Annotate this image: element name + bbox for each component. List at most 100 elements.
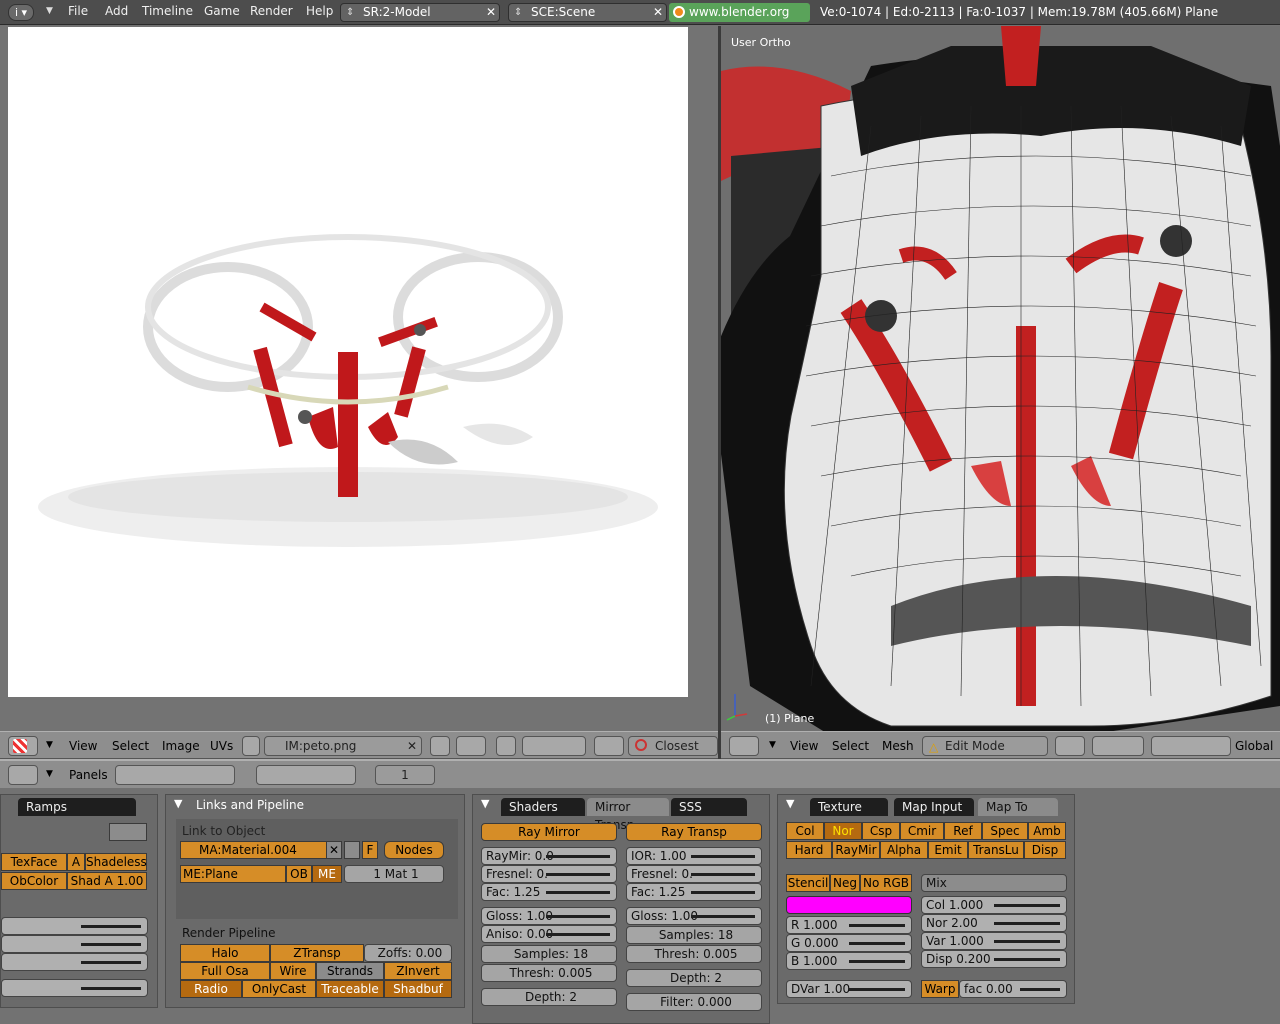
shadeless-button[interactable]: Shadeless xyxy=(85,853,147,871)
transp-fac-slider[interactable]: Fac: 1.25 xyxy=(626,883,762,901)
nodes-button[interactable]: Nodes xyxy=(384,841,444,859)
uv-image-canvas[interactable] xyxy=(8,27,688,697)
tab-mirror-transp[interactable]: Mirror Transp xyxy=(587,798,669,832)
traceable-button[interactable]: Traceable xyxy=(316,980,384,998)
texface-button[interactable]: TexFace xyxy=(1,853,67,871)
ray-mirror-button[interactable]: Ray Mirror xyxy=(481,823,617,841)
neg-button[interactable]: Neg xyxy=(830,874,860,892)
editor-type-icon[interactable] xyxy=(729,736,759,756)
editor-type-icon[interactable] xyxy=(8,765,38,785)
collapse-menu-icon[interactable]: ▼ xyxy=(46,769,53,779)
strands-selector[interactable]: Strands xyxy=(316,962,384,980)
map-amb-button[interactable]: Amb xyxy=(1028,822,1066,840)
map-spec-button[interactable]: Spec xyxy=(982,822,1028,840)
stencil-button[interactable]: Stencil xyxy=(786,874,830,892)
menu-add[interactable]: Add xyxy=(105,4,128,18)
screen-selector[interactable]: ⇕ SR:2-Model ✕ xyxy=(340,3,500,22)
thresh-field[interactable]: Thresh: 0.005 xyxy=(481,964,617,982)
menu-select[interactable]: Select xyxy=(112,739,149,753)
material-selector[interactable]: MA:Material.004 xyxy=(180,841,330,859)
3d-viewport[interactable]: User Ortho (1) Plane xyxy=(721,26,1280,731)
snap-selector[interactable]: Closest xyxy=(628,736,718,756)
collapse-menu-icon[interactable]: ▼ xyxy=(46,6,53,16)
menu-timeline[interactable]: Timeline xyxy=(142,4,193,18)
tab-shaders[interactable]: Shaders xyxy=(501,798,585,816)
copy-paste-icons[interactable] xyxy=(109,823,147,841)
raymir-slider[interactable]: RayMir: 0.0 xyxy=(481,847,617,865)
menu-mesh[interactable]: Mesh xyxy=(882,739,914,753)
depth-field[interactable]: Depth: 2 xyxy=(481,988,617,1006)
map-csp-button[interactable]: Csp xyxy=(862,822,900,840)
filter-field[interactable]: Filter: 0.000 xyxy=(626,993,762,1011)
close-icon[interactable]: ✕ xyxy=(407,737,417,755)
fake-user-button[interactable]: F xyxy=(362,841,378,859)
transp-thresh-field[interactable]: Thresh: 0.005 xyxy=(626,945,762,963)
map-raymir-button[interactable]: RayMir xyxy=(832,841,880,859)
menu-view[interactable]: View xyxy=(69,739,97,753)
image-editor-area[interactable] xyxy=(0,26,718,731)
ramp-slider-3[interactable] xyxy=(1,953,148,971)
g-slider[interactable]: G 0.000 xyxy=(786,934,912,952)
frame-field[interactable]: 1 xyxy=(375,765,435,785)
map-ref-button[interactable]: Ref xyxy=(944,822,982,840)
var-slider[interactable]: Var 1.000 xyxy=(921,932,1067,950)
uv-select-mode-icons[interactable] xyxy=(522,736,586,756)
warp-fac-slider[interactable]: fac 0.00 xyxy=(959,980,1067,998)
ramp-slider-4[interactable] xyxy=(1,979,148,997)
menu-view[interactable]: View xyxy=(790,739,818,753)
nor-slider[interactable]: Nor 2.00 xyxy=(921,914,1067,932)
transp-samples-field[interactable]: Samples: 18 xyxy=(626,926,762,944)
sticky-icon[interactable] xyxy=(594,736,624,756)
fake-user-icon[interactable] xyxy=(344,841,360,859)
halo-button[interactable]: Halo xyxy=(180,944,270,962)
onlycast-button[interactable]: OnlyCast xyxy=(242,980,316,998)
fullosa-button[interactable]: Full Osa xyxy=(180,962,270,980)
mode-selector[interactable]: △ Edit Mode xyxy=(922,736,1048,756)
ob-button[interactable]: OB xyxy=(286,865,312,883)
ramp-slider-2[interactable] xyxy=(1,935,148,953)
pivot-icon[interactable] xyxy=(1092,736,1144,756)
wire-button[interactable]: Wire xyxy=(270,962,316,980)
tab-map-input[interactable]: Map Input xyxy=(894,798,974,816)
dvar-slider[interactable]: DVar 1.00 xyxy=(786,980,912,998)
map-emit-button[interactable]: Emit xyxy=(928,841,968,859)
menu-uvs[interactable]: UVs xyxy=(210,739,233,753)
zoffs-field[interactable]: Zoffs: 0.00 xyxy=(364,944,452,962)
me-button[interactable]: ME xyxy=(312,865,342,883)
map-translu-button[interactable]: TransLu xyxy=(968,841,1024,859)
panels-label[interactable]: Panels xyxy=(69,768,108,782)
obcolor-button[interactable]: ObColor xyxy=(1,872,67,890)
collapse-menu-icon[interactable]: ▼ xyxy=(46,740,53,750)
collapse-menu-icon[interactable]: ▼ xyxy=(769,740,776,750)
ior-slider[interactable]: IOR: 1.00 xyxy=(626,847,762,865)
zinvert-button[interactable]: ZInvert xyxy=(384,962,452,980)
menu-select[interactable]: Select xyxy=(832,739,869,753)
menu-image[interactable]: Image xyxy=(162,739,200,753)
map-hard-button[interactable]: Hard xyxy=(786,841,832,859)
aniso-slider[interactable]: Aniso: 0.00 xyxy=(481,925,617,943)
map-alpha-button[interactable]: Alpha xyxy=(880,841,928,859)
ztransp-button[interactable]: ZTransp xyxy=(270,944,364,962)
manipulator-icons[interactable] xyxy=(1151,736,1231,756)
blender-link[interactable]: www.blender.org 249 xyxy=(669,3,810,38)
ray-transp-button[interactable]: Ray Transp xyxy=(626,823,762,841)
transp-fresnel-slider[interactable]: Fresnel: 0. xyxy=(626,865,762,883)
close-icon[interactable]: ✕ xyxy=(486,4,496,21)
material-index-field[interactable]: 1 Mat 1 xyxy=(344,865,444,883)
orientation-selector[interactable]: Global xyxy=(1235,739,1273,753)
warp-button[interactable]: Warp xyxy=(921,980,959,998)
r-slider[interactable]: R 1.000 xyxy=(786,916,912,934)
gloss-slider[interactable]: Gloss: 1.00 xyxy=(481,907,617,925)
close-icon[interactable]: ✕ xyxy=(326,841,342,859)
proportional-icon[interactable] xyxy=(496,736,516,756)
disp-slider[interactable]: Disp 0.200 xyxy=(921,950,1067,968)
editor-type-icon[interactable] xyxy=(8,736,38,756)
area-divider[interactable] xyxy=(718,26,721,759)
map-nor-button[interactable]: Nor xyxy=(824,822,862,840)
menu-render[interactable]: Render xyxy=(250,4,293,18)
tab-ramps[interactable]: Ramps xyxy=(18,798,136,816)
shadbuf-button[interactable]: Shadbuf xyxy=(384,980,452,998)
new-image-icon[interactable] xyxy=(430,736,450,756)
tab-sss[interactable]: SSS xyxy=(671,798,747,816)
ramp-slider-1[interactable] xyxy=(1,917,148,935)
